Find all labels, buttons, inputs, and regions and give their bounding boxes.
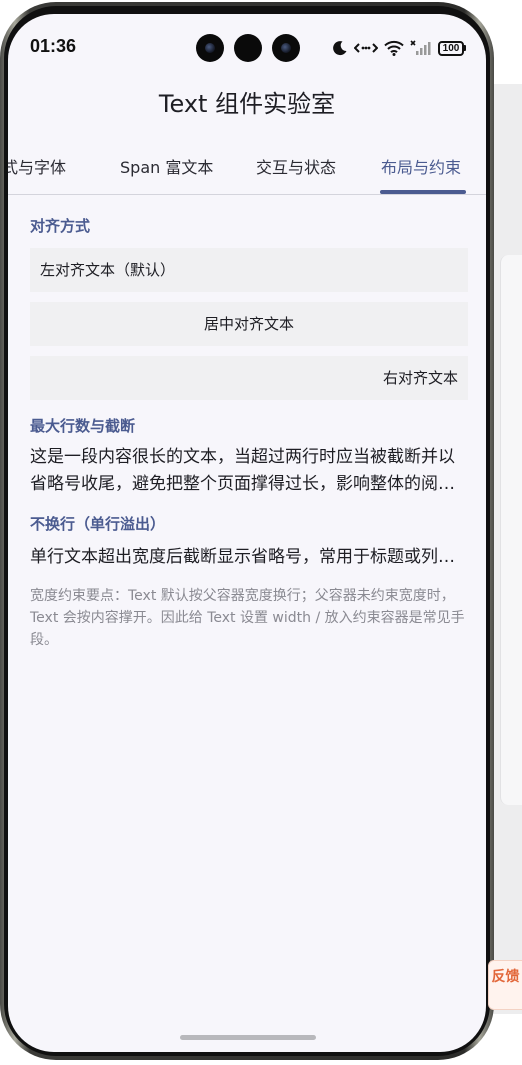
align-center-box: 居中对齐文本 <box>30 302 468 346</box>
feedback-button[interactable]: 反馈 <box>488 960 522 1010</box>
section-title-maxlines: 最大行数与截断 <box>30 417 136 435</box>
moon-icon <box>333 41 347 56</box>
camera-cutout <box>234 34 262 62</box>
status-icons: 100 <box>332 38 466 58</box>
align-left-box: 左对齐文本（默认） <box>30 248 468 292</box>
tab-span-rich-text[interactable]: Span 富文本 <box>120 154 213 178</box>
active-tab-indicator <box>380 190 466 194</box>
battery-icon: 100 <box>438 40 466 56</box>
tab-layout-constraint[interactable]: 布局与约束 <box>381 154 461 178</box>
battery-level: 100 <box>438 40 464 56</box>
status-bar: 01:36 100 <box>8 14 486 76</box>
layout-note: 宽度约束要点：Text 默认按父容器宽度换行；父容器未约束宽度时，Text 会按… <box>30 588 465 648</box>
section-title-align: 对齐方式 <box>30 217 91 235</box>
background-panel <box>500 255 522 805</box>
tab-bar: 式与字体 Span 富文本 交互与状态 布局与约束 <box>8 140 486 195</box>
wifi-icon <box>384 40 404 56</box>
data-transfer-icon <box>354 43 378 53</box>
tab-style-font[interactable]: 式与字体 <box>8 154 66 178</box>
content-area: 对齐方式 左对齐文本（默认） 居中对齐文本 右对齐文本 最大行数与截断 这是一段… <box>30 214 468 651</box>
status-time: 01:36 <box>30 36 77 56</box>
desktop-stage: 01:36 100 Text 组件实验室 式与字体 Span 富文本 交互与状态… <box>0 0 522 1065</box>
signal-off-icon <box>410 40 431 55</box>
align-right-box: 右对齐文本 <box>30 356 468 400</box>
maxlines-text: 这是一段内容很长的文本，当超过两行时应当被截断并以省略号收尾，避免把整个页面撑得… <box>30 447 455 494</box>
page-title: Text 组件实验室 <box>158 90 336 118</box>
camera-cutout <box>196 34 224 62</box>
phone-screen: 01:36 100 Text 组件实验室 式与字体 Span 富文本 交互与状态… <box>8 14 486 1052</box>
tab-interaction-state[interactable]: 交互与状态 <box>256 154 336 178</box>
section-title-nowrap: 不换行（单行溢出） <box>30 515 166 533</box>
nowrap-text: 单行文本超出宽度后截断显示省略号，常用于标题或列表项。 <box>30 547 468 567</box>
camera-cutout <box>272 34 300 62</box>
home-indicator[interactable] <box>180 1035 316 1040</box>
